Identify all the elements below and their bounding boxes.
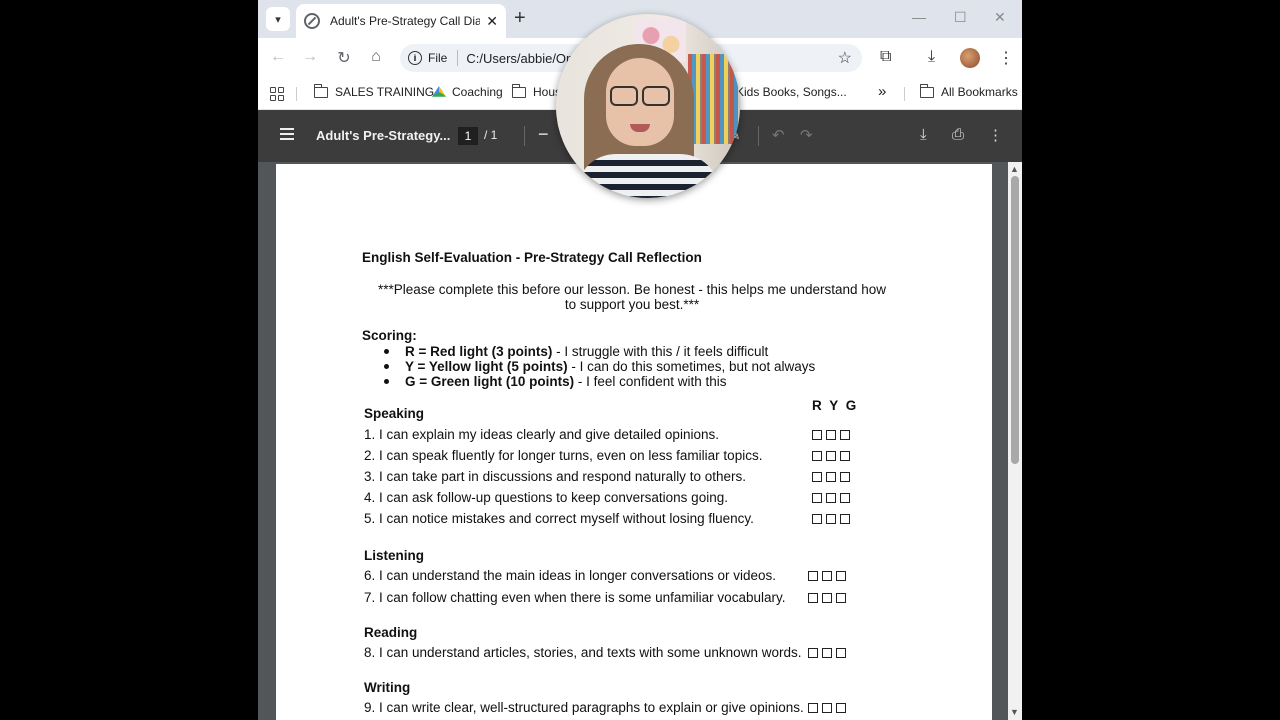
download-icon[interactable]: ⤓ [928, 48, 935, 66]
section-listening: Listening [364, 548, 424, 563]
new-tab-button[interactable]: + [514, 8, 526, 28]
ryg-header: R Y G [812, 398, 859, 413]
undo-icon[interactable]: ↶ [772, 126, 785, 144]
ryg-checkboxes[interactable] [808, 648, 846, 658]
bookmark-hous[interactable]: Hous [511, 83, 561, 99]
ryg-checkboxes[interactable] [812, 514, 850, 524]
bookmark-label: Coaching [452, 85, 503, 99]
scoring-label: Scoring: [362, 328, 417, 343]
list-item: 3. I can take part in discussions and re… [364, 469, 746, 484]
home-button[interactable]: ⌂ [366, 48, 386, 66]
document-title: English Self-Evaluation - Pre-Strategy C… [362, 250, 702, 265]
ryg-checkboxes[interactable] [812, 451, 850, 461]
list-item: 2. I can speak fluently for longer turns… [364, 448, 763, 463]
redo-icon[interactable]: ↷ [800, 126, 813, 144]
legend-item-yellow: Y = Yellow light (5 points) - I can do t… [384, 359, 815, 374]
bookmark-label: SALES TRAINING [335, 85, 435, 99]
section-speaking: Speaking [364, 406, 425, 421]
bookmark-coaching[interactable]: Coaching [432, 85, 503, 99]
ryg-checkboxes[interactable] [808, 703, 846, 713]
page-total: / 1 [484, 128, 498, 142]
list-item: 8. I can understand articles, stories, a… [364, 645, 802, 660]
extensions-icon[interactable]: ⧉ [880, 48, 891, 66]
bookmark-label: All Bookmarks [941, 85, 1018, 99]
folder-icon [511, 83, 526, 98]
ryg-checkboxes[interactable] [812, 430, 850, 440]
folder-icon [919, 83, 934, 98]
list-item: 6. I can understand the main ideas in lo… [364, 568, 776, 583]
bookshelf [688, 54, 738, 144]
list-item: 5. I can notice mistakes and correct mys… [364, 511, 754, 526]
scroll-up-icon[interactable]: ▲ [1010, 164, 1019, 174]
more-menu-icon[interactable]: ⋮ [998, 48, 1014, 68]
pdf-page: English Self-Evaluation - Pre-Strategy C… [276, 164, 992, 720]
tab-search-button[interactable]: ▾ [266, 7, 290, 31]
scrollbar[interactable]: ▲ ▼ [1008, 162, 1022, 720]
divider [758, 126, 759, 146]
legend-item-green: G = Green light (10 points) - I feel con… [384, 374, 815, 389]
pdf-title: Adult's Pre-Strategy... [316, 128, 451, 143]
folder-icon [313, 83, 328, 98]
bookmark-kids-books[interactable]: Kids Books, Songs... [736, 85, 847, 99]
page-number-input[interactable]: 1 [458, 127, 478, 145]
list-item: 7. I can follow chatting even when there… [364, 590, 786, 605]
star-icon[interactable]: ☆ [838, 48, 852, 68]
webcam-overlay [556, 14, 740, 198]
bookmark-label: Kids Books, Songs... [736, 85, 847, 99]
divider [457, 50, 459, 66]
scroll-thumb[interactable] [1011, 176, 1019, 464]
print-icon[interactable]: ⎙ [952, 126, 964, 143]
ryg-checkboxes[interactable] [812, 493, 850, 503]
scroll-down-icon[interactable]: ▼ [1010, 707, 1019, 717]
active-tab[interactable]: Adult's Pre-Strategy Call Diagnos ✕ [296, 4, 506, 38]
url-scheme: File [428, 51, 448, 65]
google-drive-icon [432, 86, 446, 97]
more-menu-icon[interactable]: ⋮ [988, 126, 1003, 144]
maximize-button[interactable]: ☐ [954, 9, 967, 26]
section-writing: Writing [364, 680, 411, 695]
zoom-out-button[interactable]: − [538, 124, 549, 145]
close-icon[interactable]: ✕ [486, 13, 498, 30]
divider [524, 126, 525, 146]
all-bookmarks-button[interactable]: All Bookmarks [919, 83, 1018, 99]
tab-title: Adult's Pre-Strategy Call Diagnos [330, 14, 481, 28]
menu-icon[interactable] [280, 128, 294, 140]
pdf-viewer[interactable]: English Self-Evaluation - Pre-Strategy C… [258, 162, 1022, 720]
legend-item-red: R = Red light (3 points) - I struggle wi… [384, 344, 815, 359]
info-icon[interactable]: i [408, 51, 422, 65]
list-item: 1. I can explain my ideas clearly and gi… [364, 427, 719, 442]
ryg-checkboxes[interactable] [808, 593, 846, 603]
close-window-button[interactable]: ✕ [994, 9, 1006, 26]
globe-icon [304, 13, 320, 29]
list-item: 9. I can write clear, well-structured pa… [364, 700, 804, 715]
document-intro: ***Please complete this before our lesso… [377, 282, 887, 312]
section-reading: Reading [364, 625, 418, 640]
list-item: 4. I can ask follow-up questions to keep… [364, 490, 728, 505]
ryg-checkboxes[interactable] [812, 472, 850, 482]
download-icon[interactable]: ⤓ [920, 126, 927, 143]
forward-button[interactable]: → [300, 48, 320, 66]
bookmarks-overflow-button[interactable]: » [878, 83, 886, 100]
bookmark-sales-training[interactable]: SALES TRAINING [313, 83, 435, 99]
minimize-button[interactable]: — [912, 9, 926, 25]
reload-button[interactable]: ↻ [334, 48, 354, 68]
apps-grid-icon[interactable] [270, 87, 284, 101]
avatar[interactable] [960, 48, 980, 68]
divider [296, 87, 297, 101]
chevron-right-icon: » [878, 83, 887, 100]
ryg-checkboxes[interactable] [808, 571, 846, 581]
divider [904, 87, 905, 101]
back-button[interactable]: ← [268, 48, 288, 66]
scoring-legend: R = Red light (3 points) - I struggle wi… [384, 344, 815, 389]
